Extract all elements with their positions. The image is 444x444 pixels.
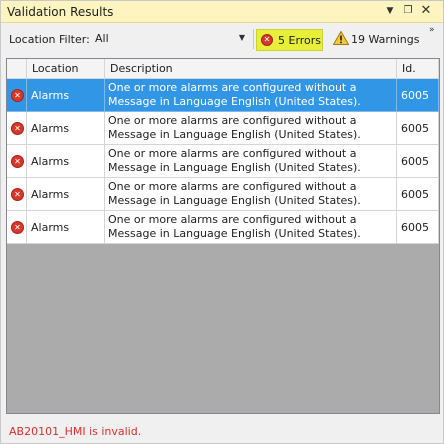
table-row[interactable]: ✕ Alarms One or more alarms are configur… bbox=[7, 211, 439, 244]
warnings-filter-button[interactable]: 19 Warnings bbox=[331, 29, 423, 51]
panel-title: Validation Results bbox=[7, 5, 114, 19]
id-cell: 6005 bbox=[397, 79, 439, 112]
toolbar-divider bbox=[253, 29, 254, 49]
table-row[interactable]: ✕ Alarms One or more alarms are configur… bbox=[7, 145, 439, 178]
row-icon-cell: ✕ bbox=[7, 178, 27, 211]
description-cell: One or more alarms are configured withou… bbox=[105, 112, 397, 145]
location-cell: Alarms bbox=[27, 145, 105, 178]
error-icon: ✕ bbox=[11, 155, 24, 168]
warnings-label: 19 Warnings bbox=[351, 33, 420, 46]
toolbar-overflow-icon[interactable]: » bbox=[429, 25, 434, 35]
restore-icon[interactable]: ❐ bbox=[401, 4, 415, 18]
table-row[interactable]: ✕ Alarms One or more alarms are configur… bbox=[7, 79, 439, 112]
errors-label: 5 Errors bbox=[278, 34, 322, 47]
error-icon: ✕ bbox=[11, 89, 24, 102]
column-header-description[interactable]: Description bbox=[105, 59, 397, 79]
location-cell: Alarms bbox=[27, 79, 105, 112]
column-header-id[interactable]: Id. bbox=[397, 59, 439, 79]
status-message: AB20101_HMI is invalid. bbox=[9, 425, 142, 438]
row-icon-cell: ✕ bbox=[7, 112, 27, 145]
validation-results-panel: Validation Results ▼ ❐ ✕ Location Filter… bbox=[0, 0, 444, 444]
errors-filter-button[interactable]: ✕ 5 Errors bbox=[256, 29, 323, 51]
toolbar: Location Filter: All ▼ ✕ 5 Errors 19 War… bbox=[1, 24, 443, 54]
location-filter-select[interactable]: All ▼ bbox=[91, 29, 249, 49]
description-cell: One or more alarms are configured withou… bbox=[105, 79, 397, 112]
location-filter-label: Location Filter: bbox=[9, 33, 90, 46]
error-icon: ✕ bbox=[11, 221, 24, 234]
id-cell: 6005 bbox=[397, 178, 439, 211]
grid-header: Location Description Id. bbox=[7, 59, 439, 79]
error-icon: ✕ bbox=[11, 188, 24, 201]
row-icon-cell: ✕ bbox=[7, 211, 27, 244]
column-header-location[interactable]: Location bbox=[27, 59, 105, 79]
warning-icon bbox=[333, 31, 349, 45]
location-cell: Alarms bbox=[27, 112, 105, 145]
location-filter-value: All bbox=[95, 32, 109, 45]
id-cell: 6005 bbox=[397, 211, 439, 244]
row-icon-cell: ✕ bbox=[7, 79, 27, 112]
window-menu-dropdown-icon[interactable]: ▼ bbox=[383, 4, 397, 18]
error-icon: ✕ bbox=[261, 34, 273, 46]
description-cell: One or more alarms are configured withou… bbox=[105, 145, 397, 178]
description-cell: One or more alarms are configured withou… bbox=[105, 211, 397, 244]
row-icon-cell: ✕ bbox=[7, 145, 27, 178]
chevron-down-icon: ▼ bbox=[238, 33, 245, 42]
table-row[interactable]: ✕ Alarms One or more alarms are configur… bbox=[7, 178, 439, 211]
location-cell: Alarms bbox=[27, 211, 105, 244]
id-cell: 6005 bbox=[397, 145, 439, 178]
close-icon[interactable]: ✕ bbox=[419, 4, 433, 18]
description-cell: One or more alarms are configured withou… bbox=[105, 178, 397, 211]
column-header-icon[interactable] bbox=[7, 59, 27, 79]
location-cell: Alarms bbox=[27, 178, 105, 211]
error-icon: ✕ bbox=[11, 122, 24, 135]
title-bar: Validation Results ▼ ❐ ✕ bbox=[1, 1, 443, 23]
table-row[interactable]: ✕ Alarms One or more alarms are configur… bbox=[7, 112, 439, 145]
results-grid: Location Description Id. ✕ Alarms One or… bbox=[6, 58, 440, 414]
id-cell: 6005 bbox=[397, 112, 439, 145]
